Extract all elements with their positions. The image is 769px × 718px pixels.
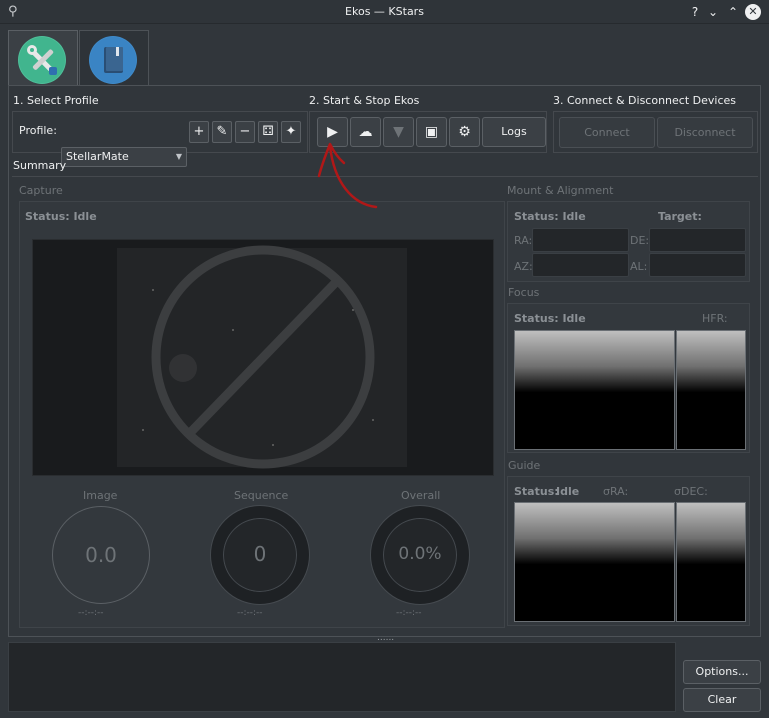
- guide-panel: Status: Idle σRA: σDEC:: [507, 476, 750, 626]
- clear-button[interactable]: Clear: [683, 688, 761, 712]
- add-profile-button[interactable]: +: [189, 121, 209, 143]
- select-profile-group: Profile: StellarMate ▼ + ✎ − ⚃ ✦: [12, 111, 308, 167]
- focus-star-image: [514, 330, 675, 450]
- options-button[interactable]: Options...: [683, 660, 761, 684]
- splitter-handle[interactable]: ......: [377, 634, 397, 643]
- az-label: AZ:: [514, 260, 533, 273]
- az-field: [532, 253, 629, 277]
- usb-button[interactable]: ▣: [416, 117, 447, 147]
- tab-manual[interactable]: [79, 30, 149, 86]
- sequence-progress-time: --:--:--: [237, 608, 263, 618]
- log-output[interactable]: [8, 642, 676, 712]
- capture-title: Capture: [19, 184, 63, 197]
- profile-combo[interactable]: StellarMate ▼: [61, 147, 187, 167]
- guide-title: Guide: [508, 459, 541, 472]
- guide-status-label: Status:: [514, 485, 559, 498]
- focus-hfr-graph: [676, 330, 746, 450]
- settings-sliders-button[interactable]: ⚙: [449, 117, 480, 147]
- de-label: DE:: [630, 234, 650, 247]
- connect-group: Connect Disconnect: [553, 111, 758, 153]
- mount-panel: Status: Idle Target: RA: DE: AZ: AL:: [507, 201, 750, 282]
- overall-progress-ring: 0.0%: [371, 506, 469, 604]
- chevron-down-icon: ▼: [175, 152, 182, 161]
- overall-progress-value: 0.0%: [398, 544, 442, 564]
- no-image-icon: [117, 245, 407, 469]
- focus-hfr-label: HFR:: [702, 312, 728, 325]
- ra-field: [532, 228, 629, 252]
- delete-profile-button[interactable]: −: [235, 121, 255, 143]
- ra-label: RA:: [514, 234, 533, 247]
- sliders-icon: ⚙: [458, 124, 471, 140]
- al-field: [649, 253, 746, 277]
- capture-status: Status: Idle: [25, 210, 97, 223]
- image-progress-label: Image: [83, 489, 118, 502]
- guide-star-image: [514, 502, 675, 622]
- wizard-profile-button[interactable]: ✦: [281, 121, 301, 143]
- image-progress-ring: 0.0: [52, 506, 150, 604]
- profile-label: Profile:: [19, 124, 57, 137]
- de-field: [649, 228, 746, 252]
- mount-status: Status: Idle: [514, 210, 586, 223]
- magic-wand-icon: ✦: [285, 124, 297, 139]
- window-title: Ekos — KStars: [345, 5, 424, 18]
- image-progress-time: --:--:--: [78, 608, 104, 618]
- pencil-icon: ✎: [216, 124, 228, 139]
- select-profile-title: 1. Select Profile: [13, 94, 99, 107]
- close-icon[interactable]: ✕: [745, 4, 761, 20]
- image-progress-value: 0.0: [85, 543, 117, 567]
- guide-drift-graph: [676, 502, 746, 622]
- telescope-icon: ▼: [393, 124, 404, 140]
- start-stop-title: 2. Start & Stop Ekos: [309, 94, 420, 107]
- book-icon: [89, 36, 137, 84]
- edit-profile-button[interactable]: ✎: [212, 121, 232, 143]
- overall-progress-label: Overall: [401, 489, 441, 502]
- focus-status: Status: Idle: [514, 312, 586, 325]
- al-label: AL:: [630, 260, 648, 273]
- guide-sigma-ra-label: σRA:: [603, 485, 629, 498]
- minus-icon: −: [239, 124, 251, 139]
- capture-preview: [32, 239, 494, 476]
- connect-title: 3. Connect & Disconnect Devices: [553, 94, 736, 107]
- minimize-icon[interactable]: ⌄: [704, 3, 722, 21]
- connect-button[interactable]: Connect: [559, 117, 655, 148]
- dice-icon: ⚃: [262, 124, 274, 139]
- guide-sigma-dec-label: σDEC:: [674, 485, 708, 498]
- overall-progress-time: --:--:--: [396, 608, 422, 618]
- mount-title: Mount & Alignment: [507, 184, 614, 197]
- summary-title: Summary: [13, 159, 67, 172]
- tab-setup[interactable]: [8, 30, 78, 86]
- title-bar: ⚲ Ekos — KStars ? ⌄ ⌃ ✕: [0, 0, 769, 24]
- sequence-progress-value: 0: [253, 542, 267, 566]
- logs-button[interactable]: Logs: [482, 117, 546, 147]
- profile-combo-value: StellarMate: [66, 150, 129, 163]
- focus-title: Focus: [508, 286, 540, 299]
- sequence-progress-label: Sequence: [234, 489, 289, 502]
- random-profile-button[interactable]: ⚃: [258, 121, 278, 143]
- tools-icon: [18, 36, 66, 84]
- mount-target-label: Target:: [658, 210, 702, 223]
- focus-panel: Status: Idle HFR:: [507, 303, 750, 453]
- annotation-arrow: [317, 142, 378, 209]
- maximize-icon[interactable]: ⌃: [724, 3, 742, 21]
- help-icon[interactable]: ?: [686, 3, 704, 21]
- capture-panel: Status: Idle Image 0.0 --:--:-- Sequence: [19, 201, 505, 628]
- usb-icon: ▣: [424, 124, 439, 140]
- plus-icon: +: [193, 124, 205, 139]
- sequence-progress-ring: 0: [211, 506, 309, 604]
- disconnect-button[interactable]: Disconnect: [657, 117, 753, 148]
- guide-status-value: Idle: [556, 485, 580, 498]
